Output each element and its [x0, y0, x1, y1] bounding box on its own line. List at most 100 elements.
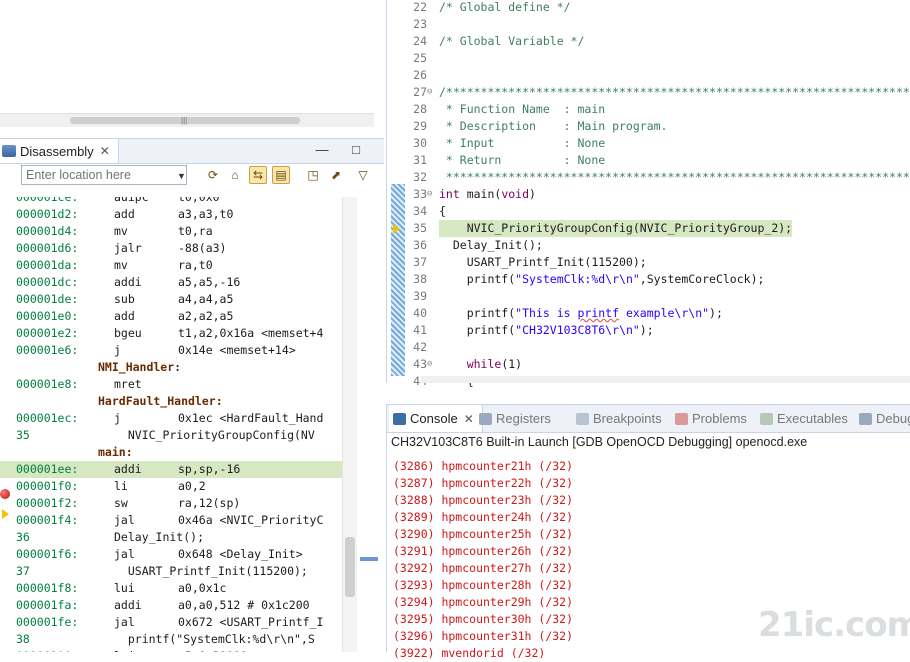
instruction-opcode: auipc [114, 197, 149, 204]
code-line[interactable]: 34 { [387, 203, 910, 220]
instruction-row[interactable]: 000001ec: j 0x1ec <HardFault_Hand [0, 410, 342, 427]
instruction-row[interactable]: 000001fe: jal 0x672 <USART_Printf_I [0, 614, 342, 631]
instruction-row[interactable]: 000001e2: bgeu t1,a2,0x16a <memset+4 [0, 325, 342, 342]
code-line[interactable]: 42 [387, 339, 910, 356]
home-icon[interactable]: ⌂ [226, 166, 244, 184]
instruction-row[interactable]: 000001f4: jal 0x46a <NVIC_PriorityC [0, 512, 342, 529]
code-line[interactable]: 26 [387, 67, 910, 84]
instruction-address: 000001f8: [16, 581, 79, 595]
instruction-opcode: li [114, 479, 128, 493]
code-line[interactable]: 23 [387, 16, 910, 33]
instruction-operands: a0,2 [178, 479, 206, 493]
instruction-row[interactable]: 000001f2: sw ra,12(sp) [0, 495, 342, 512]
code-line[interactable]: 33 ⊖ int main(void) [387, 186, 910, 203]
vertical-scrollbar[interactable] [342, 197, 357, 652]
instruction-row[interactable]: 000001e6: j 0x14e <memset+14> [0, 342, 342, 359]
pin-icon[interactable]: ⬈ [327, 166, 345, 184]
code-line[interactable]: 36 Delay_Init(); [387, 237, 910, 254]
code-line[interactable]: 37 USART_Printf_Init(115200); [387, 254, 910, 271]
instruction-row[interactable]: 000001fa: addi a0,a0,512 # 0x1c200 [0, 597, 342, 614]
code-text: printf("CH32V103C8T6\r\n"); [439, 322, 654, 339]
fold-collapse-icon[interactable]: ⊖ [427, 356, 432, 373]
instruction-opcode: mv [114, 224, 128, 238]
line-number: 43 [413, 357, 427, 371]
line-number: 27 [413, 85, 427, 99]
instruction-row[interactable]: 000001d4: mv t0,ra [0, 223, 342, 240]
close-icon[interactable]: ✕ [100, 144, 110, 158]
disassembly-view: Disassembly ✕ — □ ▼ ⟳ ⌂ ⇆ ▤ ◳ ⬈ ▽ 000001… [0, 138, 384, 652]
function-label[interactable]: NMI_Handler: [0, 359, 342, 376]
fold-collapse-icon[interactable]: ⊖ [427, 186, 432, 203]
refresh-icon[interactable]: ⟳ [204, 166, 222, 184]
tab-console[interactable]: Console ✕ [389, 405, 483, 432]
instruction-row[interactable]: 000001f8: lui a0,0x1c [0, 580, 342, 597]
instruction-row[interactable]: 000001d6: jalr -88(a3) [0, 240, 342, 257]
code-line[interactable]: 25 [387, 50, 910, 67]
location-input[interactable] [21, 165, 187, 185]
instruction-opcode: j [114, 411, 121, 425]
line-number: 23 [413, 17, 427, 31]
tab-registers[interactable]: Registers [479, 405, 551, 432]
instruction-row[interactable]: 000001de: sub a4,a4,a5 [0, 291, 342, 308]
code-line[interactable]: 43 ⊖ while(1) [387, 356, 910, 373]
code-line[interactable]: 40 printf("This is printf example\r\n"); [387, 305, 910, 322]
chevron-down-icon[interactable]: ▼ [177, 171, 186, 181]
instruction-row[interactable]: 000001e0: add a2,a2,a5 [0, 308, 342, 325]
function-label[interactable]: HardFault_Handler: [0, 393, 342, 410]
instruction-row[interactable]: 000001da: mv ra,t0 [0, 257, 342, 274]
instruction-row[interactable]: 000001ce: auipc t0,0x0 [0, 197, 342, 206]
close-icon[interactable]: ✕ [464, 412, 474, 426]
instruction-operands: t1,a2,0x16a <memset+4 [178, 326, 324, 340]
horizontal-scrollbar[interactable]: ||| [0, 113, 374, 127]
disassembly-tabbar: Disassembly ✕ — □ [0, 139, 384, 164]
tab-problems[interactable]: Problems [675, 405, 747, 432]
code-line[interactable]: 38 printf("SystemClk:%d\r\n",SystemCoreC… [387, 271, 910, 288]
tab-disassembly[interactable]: Disassembly ✕ [0, 139, 119, 163]
code-line[interactable]: 22 /* Global define */ [387, 0, 910, 16]
source-line[interactable]: 35 NVIC_PriorityGroupConfig(NV [0, 427, 342, 444]
instruction-pointer-icon [2, 509, 9, 519]
code-line[interactable]: 32 *************************************… [387, 169, 910, 186]
instruction-address: 000001e8: [16, 377, 79, 391]
source-line[interactable]: 36 Delay_Init(); [0, 529, 342, 546]
fold-collapse-icon[interactable]: ⊖ [427, 84, 432, 101]
new-view-icon[interactable]: ◳ [304, 166, 322, 184]
code-line[interactable]: 28 * Function Name : main [387, 101, 910, 118]
source-line[interactable]: 37 USART_Printf_Init(115200); [0, 563, 342, 580]
code-line[interactable]: 24 /* Global Variable */ [387, 33, 910, 50]
breakpoint-icon[interactable] [0, 489, 10, 499]
code-line[interactable]: 29 * Description : Main program. [387, 118, 910, 135]
window-controls[interactable]: — □ [316, 142, 370, 157]
code-token: printf [577, 306, 620, 320]
instruction-row[interactable]: 000001e8: mret [0, 376, 342, 393]
instruction-opcode: addi [114, 462, 142, 476]
code-line[interactable]: 27 ⊖ /************************************… [387, 84, 910, 101]
scrollbar-thumb[interactable] [345, 537, 355, 597]
view-menu-icon[interactable]: ▽ [354, 166, 372, 184]
disassembly-listing[interactable]: 000001ce: auipc t0,0x0 000001d2: add a3,a3,t0… [0, 197, 342, 652]
code-text: * Function Name : main [439, 101, 605, 118]
instruction-row[interactable]: 00000200: lui a5,0x20000 [0, 648, 342, 652]
horizontal-scrollbar[interactable] [421, 376, 910, 383]
code-line[interactable]: 30 * Input : None [387, 135, 910, 152]
code-line[interactable]: 39 [387, 288, 910, 305]
code-line[interactable]: 35 NVIC_PriorityGroupConfig(NVIC_Priorit… [387, 220, 910, 237]
code-line[interactable]: 41 printf("CH32V103C8T6\r\n"); [387, 322, 910, 339]
instruction-row[interactable]: 000001d2: add a3,a3,t0 [0, 206, 342, 223]
problems-icon [675, 412, 688, 425]
instruction-row[interactable]: 000001dc: addi a5,a5,-16 [0, 274, 342, 291]
show-source-icon[interactable]: ▤ [272, 166, 290, 184]
tab-breakpoints[interactable]: Breakpoints [576, 405, 662, 432]
instruction-row[interactable]: 000001ee: addi sp,sp,-16 [0, 461, 342, 478]
source-line[interactable]: 38 printf("SystemClk:%d\r\n",S [0, 631, 342, 648]
instruction-row[interactable]: 000001f6: jal 0x648 <Delay_Init> [0, 546, 342, 563]
code-line[interactable]: 31 * Return : None [387, 152, 910, 169]
tab-executables[interactable]: Executables [760, 405, 848, 432]
instruction-row[interactable]: 000001f0: li a0,2 [0, 478, 342, 495]
code-token: main( [459, 187, 502, 201]
link-with-editor-icon[interactable]: ⇆ [249, 166, 267, 184]
tab-debug[interactable]: Debug [859, 405, 910, 432]
function-label[interactable]: main: [0, 444, 342, 461]
source-editor[interactable]: 22 /* Global define */ 23 24 /* Global Varia… [386, 0, 910, 388]
console-line: (3294) hpmcounter29h (/32) [393, 595, 574, 609]
